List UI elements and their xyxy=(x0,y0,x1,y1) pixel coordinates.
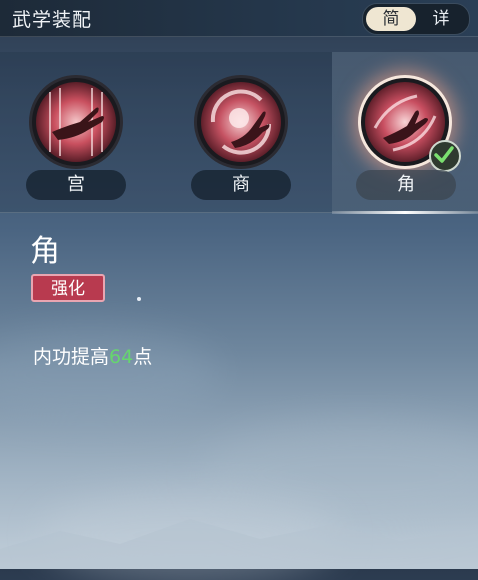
skill-tabs: 宫 商 角 xyxy=(0,52,478,214)
view-mode-toggle[interactable]: 简 详 xyxy=(362,3,470,35)
skill-effect: 内功提高64点 xyxy=(33,342,152,369)
hand-swirl-icon[interactable] xyxy=(197,78,285,166)
tab-label-gong: 宫 xyxy=(26,170,126,200)
tab-jue[interactable]: 角 xyxy=(332,52,478,214)
page-title: 武学装配 xyxy=(12,9,93,31)
background-mountains xyxy=(0,519,478,569)
effect-suffix: 点 xyxy=(133,346,153,368)
effect-value: 64 xyxy=(109,346,134,368)
tab-label-shang: 商 xyxy=(191,170,291,200)
tab-gong[interactable]: 宫 xyxy=(16,52,136,212)
palm-open-icon[interactable] xyxy=(32,78,120,166)
tab-shang[interactable]: 商 xyxy=(181,52,301,212)
tab-label-jue: 角 xyxy=(356,170,456,200)
effect-prefix: 内功提高 xyxy=(33,346,110,368)
toggle-detail[interactable]: 详 xyxy=(416,7,466,31)
header-bar: 武学装配 简 详 xyxy=(0,0,478,37)
enhance-badge: 强化 xyxy=(31,274,105,302)
skill-name: 角 xyxy=(30,234,60,269)
toggle-simple[interactable]: 简 xyxy=(366,7,416,31)
sparkle-dot xyxy=(137,297,141,301)
equipped-check-icon xyxy=(429,140,461,172)
